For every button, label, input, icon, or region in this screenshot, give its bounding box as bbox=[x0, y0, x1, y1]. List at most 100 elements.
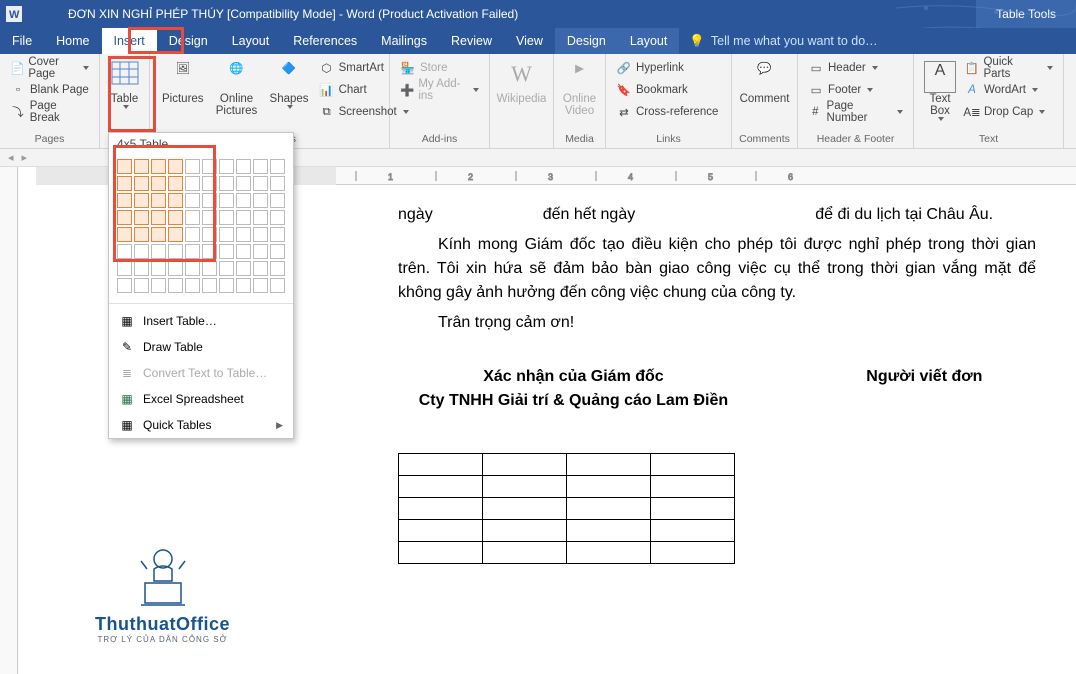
grid-cell[interactable] bbox=[168, 176, 183, 191]
grid-cell[interactable] bbox=[151, 278, 166, 293]
comment-button[interactable]: 💬Comment bbox=[738, 57, 791, 109]
grid-cell[interactable] bbox=[151, 227, 166, 242]
grid-cell[interactable] bbox=[185, 210, 200, 225]
my-addins-button[interactable]: ➕My Add-ins bbox=[396, 79, 483, 101]
grid-cell[interactable] bbox=[219, 227, 234, 242]
tab-file[interactable]: File bbox=[0, 28, 44, 54]
header-button[interactable]: ▭Header bbox=[804, 57, 907, 79]
tab-table-layout[interactable]: Layout bbox=[618, 28, 680, 54]
excel-spreadsheet-item[interactable]: ▦Excel Spreadsheet bbox=[109, 386, 293, 412]
grid-cell[interactable] bbox=[185, 278, 200, 293]
shapes-button[interactable]: 🔷Shapes bbox=[264, 57, 315, 129]
grid-cell[interactable] bbox=[253, 193, 268, 208]
quickparts-button[interactable]: 📋Quick Parts bbox=[960, 57, 1057, 79]
tab-references[interactable]: References bbox=[281, 28, 369, 54]
table-row[interactable] bbox=[399, 454, 735, 476]
grid-cell[interactable] bbox=[134, 159, 149, 174]
grid-cell[interactable] bbox=[270, 210, 285, 225]
grid-cell[interactable] bbox=[134, 261, 149, 276]
grid-cell[interactable] bbox=[134, 227, 149, 242]
grid-cell[interactable] bbox=[236, 159, 251, 174]
tab-insert[interactable]: Insert bbox=[102, 28, 157, 54]
grid-cell[interactable] bbox=[185, 244, 200, 259]
grid-cell[interactable] bbox=[117, 193, 132, 208]
page-number-button[interactable]: #Page Number bbox=[804, 101, 907, 123]
tab-layout[interactable]: Layout bbox=[220, 28, 282, 54]
grid-cell[interactable] bbox=[202, 227, 217, 242]
table-row[interactable] bbox=[399, 498, 735, 520]
grid-cell[interactable] bbox=[236, 261, 251, 276]
tab-home[interactable]: Home bbox=[44, 28, 101, 54]
grid-cell[interactable] bbox=[117, 261, 132, 276]
wordart-button[interactable]: AWordArt bbox=[960, 79, 1057, 101]
grid-cell[interactable] bbox=[253, 176, 268, 191]
grid-cell[interactable] bbox=[151, 159, 166, 174]
grid-cell[interactable] bbox=[202, 261, 217, 276]
grid-cell[interactable] bbox=[219, 210, 234, 225]
grid-cell[interactable] bbox=[202, 176, 217, 191]
grid-cell[interactable] bbox=[219, 278, 234, 293]
bookmark-button[interactable]: 🔖Bookmark bbox=[612, 79, 725, 101]
grid-cell[interactable] bbox=[151, 176, 166, 191]
footer-button[interactable]: ▭Footer bbox=[804, 79, 907, 101]
grid-cell[interactable] bbox=[117, 278, 132, 293]
grid-cell[interactable] bbox=[168, 159, 183, 174]
grid-cell[interactable] bbox=[151, 244, 166, 259]
grid-cell[interactable] bbox=[185, 176, 200, 191]
grid-cell[interactable] bbox=[270, 244, 285, 259]
grid-cell[interactable] bbox=[185, 227, 200, 242]
grid-cell[interactable] bbox=[168, 244, 183, 259]
grid-cell[interactable] bbox=[253, 210, 268, 225]
insert-table-item[interactable]: ▦Insert Table… bbox=[109, 308, 293, 334]
grid-cell[interactable] bbox=[270, 227, 285, 242]
online-video-button[interactable]: ▶Online Video bbox=[560, 57, 599, 121]
grid-cell[interactable] bbox=[202, 159, 217, 174]
grid-cell[interactable] bbox=[117, 227, 132, 242]
grid-cell[interactable] bbox=[168, 210, 183, 225]
inserted-table[interactable] bbox=[398, 453, 735, 564]
textbox-button[interactable]: AText Box bbox=[920, 57, 960, 129]
grid-cell[interactable] bbox=[236, 176, 251, 191]
table-row[interactable] bbox=[399, 520, 735, 542]
grid-cell[interactable] bbox=[236, 227, 251, 242]
wikipedia-button[interactable]: WWikipedia bbox=[496, 57, 547, 109]
grid-cell[interactable] bbox=[253, 244, 268, 259]
grid-cell[interactable] bbox=[219, 261, 234, 276]
grid-cell[interactable] bbox=[236, 193, 251, 208]
store-button[interactable]: 🏪Store bbox=[396, 57, 483, 79]
grid-cell[interactable] bbox=[219, 193, 234, 208]
tab-review[interactable]: Review bbox=[439, 28, 504, 54]
grid-cell[interactable] bbox=[117, 176, 132, 191]
grid-cell[interactable] bbox=[151, 193, 166, 208]
grid-cell[interactable] bbox=[168, 227, 183, 242]
grid-cell[interactable] bbox=[117, 244, 132, 259]
grid-cell[interactable] bbox=[185, 193, 200, 208]
tab-mailings[interactable]: Mailings bbox=[369, 28, 439, 54]
grid-cell[interactable] bbox=[219, 176, 234, 191]
grid-cell[interactable] bbox=[168, 193, 183, 208]
cross-reference-button[interactable]: ⇄Cross-reference bbox=[612, 101, 725, 123]
grid-cell[interactable] bbox=[253, 159, 268, 174]
table-row[interactable] bbox=[399, 476, 735, 498]
grid-cell[interactable] bbox=[236, 278, 251, 293]
grid-cell[interactable] bbox=[270, 261, 285, 276]
grid-cell[interactable] bbox=[270, 193, 285, 208]
table-row[interactable] bbox=[399, 542, 735, 564]
grid-cell[interactable] bbox=[168, 278, 183, 293]
quick-tables-item[interactable]: ▦Quick Tables▶ bbox=[109, 412, 293, 438]
tab-table-design[interactable]: Design bbox=[555, 28, 618, 54]
grid-cell[interactable] bbox=[270, 159, 285, 174]
qat-icon-1[interactable]: ◂ bbox=[8, 151, 14, 164]
grid-cell[interactable] bbox=[270, 278, 285, 293]
table-grid-picker[interactable] bbox=[109, 155, 293, 299]
grid-cell[interactable] bbox=[134, 176, 149, 191]
grid-cell[interactable] bbox=[117, 210, 132, 225]
grid-cell[interactable] bbox=[202, 244, 217, 259]
grid-cell[interactable] bbox=[253, 261, 268, 276]
grid-cell[interactable] bbox=[236, 210, 251, 225]
grid-cell[interactable] bbox=[185, 159, 200, 174]
grid-cell[interactable] bbox=[219, 159, 234, 174]
grid-cell[interactable] bbox=[151, 261, 166, 276]
grid-cell[interactable] bbox=[202, 210, 217, 225]
grid-cell[interactable] bbox=[219, 244, 234, 259]
